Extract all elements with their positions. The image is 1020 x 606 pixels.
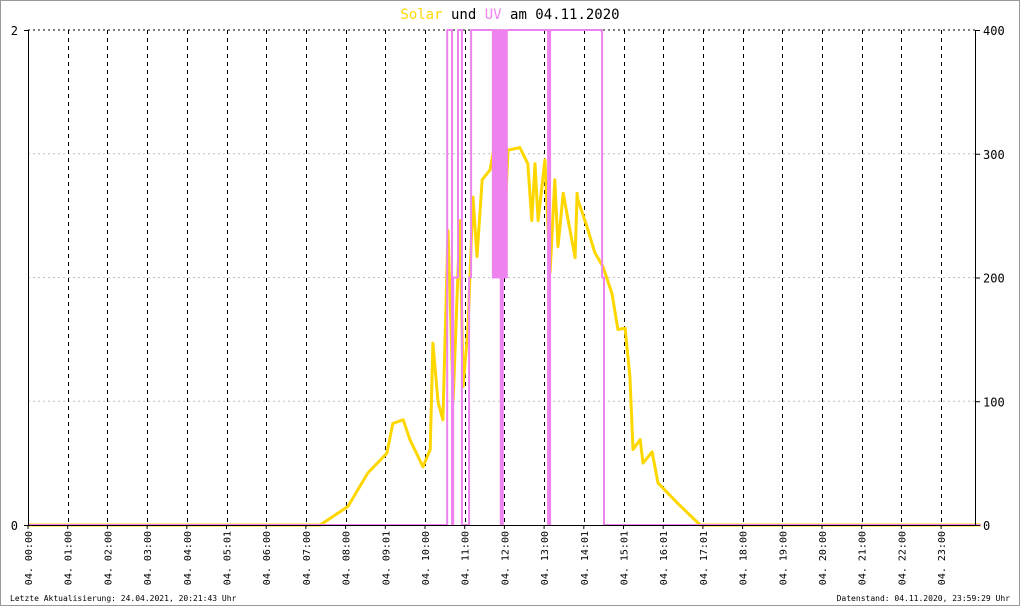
x-tick-label: 04. 14:01 — [580, 531, 591, 585]
y-right-tick-label: 300 — [983, 148, 1005, 162]
x-tick-label: 04. 12:00 — [500, 531, 511, 585]
title-space — [476, 7, 484, 23]
title-und-text: und — [451, 7, 476, 23]
title-solar: Solar — [400, 7, 442, 23]
x-tick-label: 04. 23:00 — [937, 531, 948, 585]
x-tick-label: 04. 03:00 — [143, 531, 154, 585]
title-uv: UV — [485, 7, 502, 23]
x-tick-label: 04. 01:00 — [64, 531, 75, 585]
y-right-tick-label: 200 — [983, 272, 1005, 286]
footer-data-status: Datenstand: 04.11.2020, 23:59:29 Uhr — [837, 594, 1011, 603]
y-left-tick-label: 2 — [11, 24, 18, 38]
x-tick-label: 04. 16:01 — [659, 531, 670, 585]
x-tick-label: 04. 08:00 — [342, 531, 353, 585]
x-tick-label: 04. 13:00 — [540, 531, 551, 585]
x-tick-label: 04. 18:00 — [739, 531, 750, 585]
title-und — [443, 7, 451, 23]
x-tick-label: 04. 22:00 — [897, 531, 908, 585]
solar-uv-chart: Solar und UV am 04.11.2020 0 2 0 100 200 300 4… — [10, 7, 1011, 603]
y-right-tick-label: 100 — [983, 395, 1005, 409]
footer-last-update: Letzte Aktualisierung: 24.04.2021, 20:21… — [10, 594, 237, 603]
y-right-tick-label: 400 — [983, 24, 1005, 38]
x-tick-label: 04. 10:00 — [421, 531, 432, 585]
series-uv — [28, 29, 981, 526]
x-tick-label: 04. 05:01 — [223, 531, 234, 585]
title-date: am 04.11.2020 — [510, 7, 620, 23]
x-tick-label: 04. 06:00 — [262, 531, 273, 585]
y-right-tick-label: 0 — [983, 519, 990, 533]
x-tick-label: 04. 17:01 — [699, 531, 710, 585]
x-tick-label: 04. 09:01 — [381, 531, 392, 585]
x-tick-label: 04. 04:00 — [183, 531, 194, 585]
x-tick-label: 04. 19:00 — [778, 531, 789, 585]
chart-title: Solar und UV am 04.11.2020 — [400, 7, 619, 23]
x-tick-label: 04. 02:00 — [103, 531, 114, 585]
x-tick-label: 04. 00:00 — [24, 531, 35, 585]
title-space2 — [502, 7, 510, 23]
x-tick-label: 04. 07:00 — [302, 531, 313, 585]
y-left-tick-label: 0 — [11, 519, 18, 533]
x-tick-label: 04. 15:01 — [620, 531, 631, 585]
x-tick-label: 04. 11:00 — [461, 531, 472, 585]
x-tick-label: 04. 20:00 — [818, 531, 829, 585]
x-tick-label: 04. 21:00 — [858, 531, 869, 585]
